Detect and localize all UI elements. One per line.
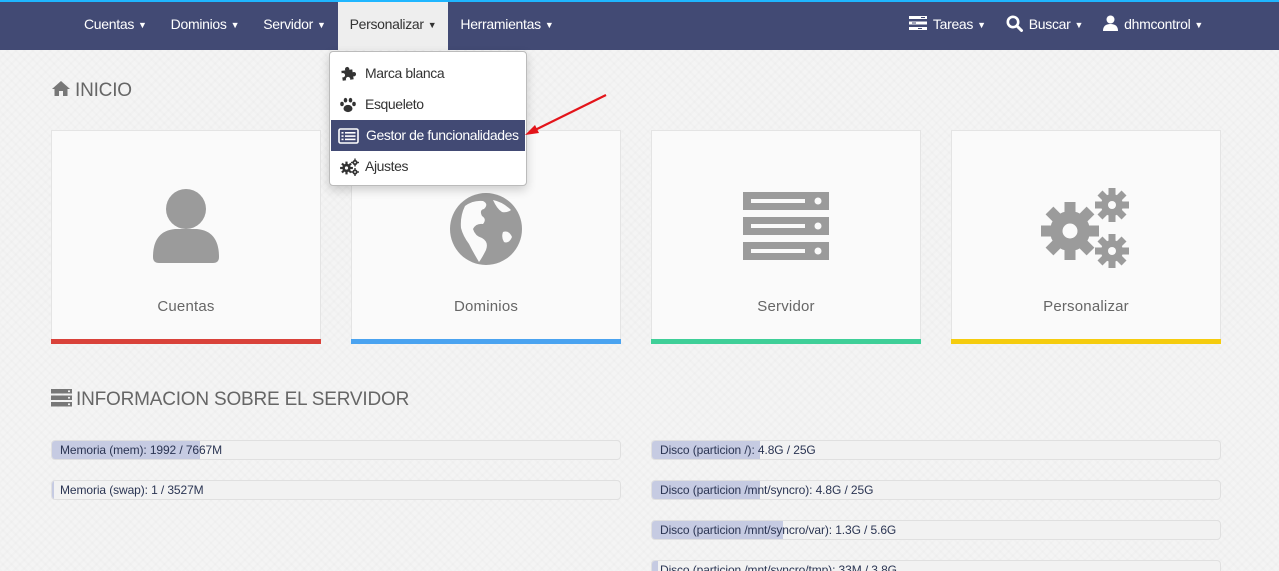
search-icon <box>1006 15 1023 32</box>
home-title: INICIO <box>51 80 132 102</box>
menu-personalizar-label: Personalizar <box>349 16 425 32</box>
card-servidor[interactable]: Servidor <box>651 130 921 344</box>
card-icon-wrap <box>52 187 320 267</box>
disk-syncro-var-label: Disco (particion /mnt/syncro/var): 1.3G … <box>660 523 897 537</box>
card-color-bar <box>51 339 321 344</box>
caret-down-icon: ▼ <box>427 20 437 30</box>
home-title-text: INICIO <box>75 80 132 101</box>
memory-mem-label: Memoria (mem): 1992 / 7667M <box>60 443 223 457</box>
menu-cuentas[interactable]: Cuentas ▼ <box>72 2 159 50</box>
menu-personalizar[interactable]: Personalizar ▼ <box>337 2 449 50</box>
caret-down-icon: ▼ <box>977 20 986 30</box>
card-color-bar <box>951 339 1221 344</box>
server-icon <box>51 388 72 407</box>
server-icon <box>743 192 829 260</box>
dropdown-item-gestor-funcionalidades[interactable]: Gestor de funcionalidades <box>331 120 525 151</box>
dropdown-item-ajustes[interactable]: Ajustes <box>330 151 526 182</box>
menu-buscar-label: Buscar <box>1028 16 1071 32</box>
puzzle-icon <box>341 66 357 81</box>
card-label: Cuentas <box>157 298 215 315</box>
tasks-icon <box>908 16 927 31</box>
menu-herramientas-label: Herramientas <box>460 16 541 32</box>
menu-cuentas-label: Cuentas <box>84 16 135 32</box>
menu-tareas[interactable]: Tareas ▼ <box>899 2 996 50</box>
dropdown-item-label: Esqueleto <box>365 96 424 112</box>
dropdown-item-esqueleto[interactable]: Esqueleto <box>330 89 526 120</box>
caret-down-icon: ▼ <box>1194 20 1203 30</box>
card-personalizar[interactable]: Personalizar <box>951 130 1221 344</box>
card-color-bar <box>351 339 621 344</box>
menu-dominios-label: Dominios <box>170 16 227 32</box>
disk-root-bar: Disco (particion /): 4.8G / 25G <box>651 440 1221 460</box>
card-label: Dominios <box>453 298 519 315</box>
user-icon <box>153 189 219 263</box>
paw-icon <box>340 97 356 113</box>
disk-root-label: Disco (particion /): 4.8G / 25G <box>660 443 816 457</box>
home-icon <box>52 81 70 97</box>
memory-swap-label: Memoria (swap): 1 / 3527M <box>60 483 204 497</box>
server-info-title: INFORMACION SOBRE EL SERVIDOR <box>51 388 410 411</box>
disk-syncro-bar: Disco (particion /mnt/syncro): 4.8G / 25… <box>651 480 1221 500</box>
globe-icon <box>450 193 522 265</box>
dropdown-item-marca-blanca[interactable]: Marca blanca <box>330 58 526 89</box>
menu-herramientas[interactable]: Herramientas ▼ <box>448 2 565 50</box>
user-menu: Tareas ▼ Buscar ▼ dhmcontrol ▼ <box>899 2 1213 50</box>
caret-down-icon: ▼ <box>230 20 240 30</box>
menu-buscar[interactable]: Buscar ▼ <box>996 2 1093 50</box>
progress-fill <box>52 481 55 499</box>
card-label: Personalizar <box>1043 298 1129 315</box>
menu-servidor-label: Servidor <box>263 16 313 32</box>
dropdown-item-label: Marca blanca <box>365 65 445 81</box>
personalizar-dropdown: Marca blanca Esqueleto Gestor de funcion… <box>329 51 527 186</box>
gears-icon <box>1041 188 1129 268</box>
menu-usuario-label: dhmcontrol <box>1124 16 1191 32</box>
memory-mem-bar: Memoria (mem): 1992 / 7667M <box>51 440 621 460</box>
server-info-title-text: INFORMACION SOBRE EL SERVIDOR <box>76 389 410 410</box>
user-icon <box>1103 15 1119 32</box>
caret-down-icon: ▼ <box>138 20 147 30</box>
caret-down-icon: ▼ <box>544 20 554 30</box>
menu-servidor[interactable]: Servidor ▼ <box>251 2 337 50</box>
menu-usuario[interactable]: dhmcontrol ▼ <box>1093 2 1213 50</box>
gears-icon <box>340 158 359 176</box>
caret-down-icon: ▼ <box>316 20 326 30</box>
disk-syncro-var-bar: Disco (particion /mnt/syncro/var): 1.3G … <box>651 520 1221 540</box>
top-navbar: Cuentas ▼ Dominios ▼ Servidor ▼ Personaliza… <box>0 0 1279 50</box>
card-icon-wrap <box>652 192 920 272</box>
caret-down-icon: ▼ <box>1074 20 1084 30</box>
dropdown-item-label: Ajustes <box>365 158 409 174</box>
disk-syncro-tmp-bar: Disco (particion /mnt/syncro/tmp): 33M /… <box>651 560 1221 571</box>
menu-dominios[interactable]: Dominios ▼ <box>159 2 252 50</box>
main-menu: Cuentas ▼ Dominios ▼ Servidor ▼ Personaliza… <box>72 2 565 50</box>
card-color-bar <box>651 339 921 344</box>
disk-syncro-tmp-label: Disco (particion /mnt/syncro/tmp): 33M /… <box>660 563 897 571</box>
card-label: Servidor <box>757 298 815 315</box>
menu-tareas-label: Tareas <box>932 16 974 32</box>
progress-fill <box>652 561 658 571</box>
disk-syncro-label: Disco (particion /mnt/syncro): 4.8G / 25… <box>660 483 874 497</box>
memory-swap-bar: Memoria (swap): 1 / 3527M <box>51 480 621 500</box>
card-icon-wrap <box>352 192 620 272</box>
dropdown-item-label: Gestor de funcionalidades <box>366 127 519 143</box>
card-icon-wrap <box>952 187 1220 268</box>
card-cuentas[interactable]: Cuentas <box>51 130 321 344</box>
list-icon <box>338 128 359 144</box>
red-arrow-annotation <box>525 94 607 135</box>
